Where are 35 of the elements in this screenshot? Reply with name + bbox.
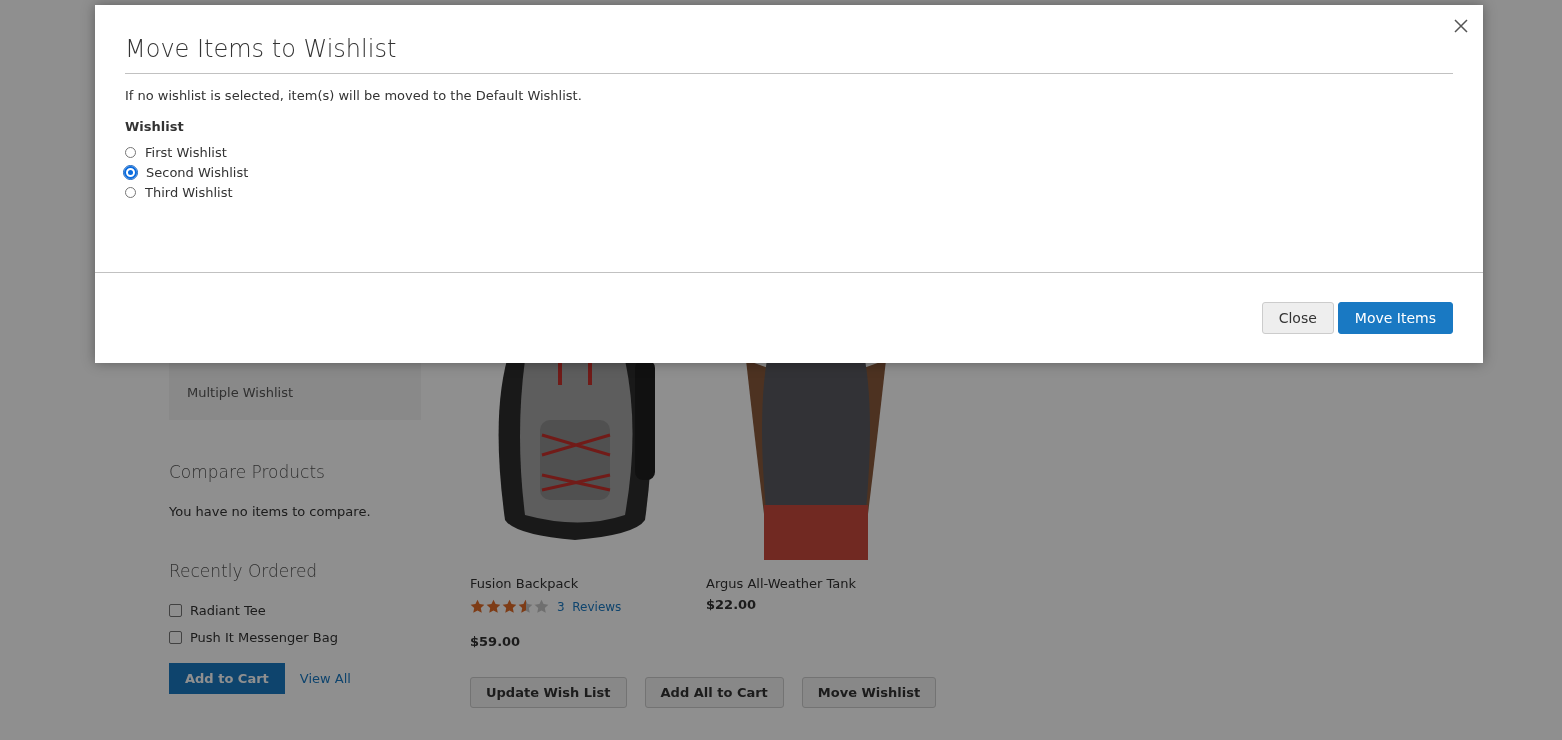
option-label: Third Wishlist [145, 184, 233, 200]
close-icon[interactable] [1453, 18, 1469, 34]
item-label: Push It Messenger Bag [190, 630, 338, 645]
radio-button[interactable] [124, 165, 137, 179]
star-icon [518, 599, 533, 614]
account-nav-link[interactable]: Multiple Wishlist [187, 385, 294, 400]
view-all-link[interactable]: View All [299, 671, 351, 686]
empty-message: You have no items to compare. [169, 504, 372, 519]
move-items-button[interactable]: Move Items [1337, 302, 1453, 334]
modal-title: Move Items to Wishlist [125, 35, 1453, 74]
checkbox[interactable] [169, 631, 182, 644]
wishlist-action-button[interactable]: Update Wish List [470, 677, 627, 708]
reviews-link[interactable]: 3 Reviews [557, 599, 622, 614]
product-name[interactable]: Fusion Backpack [470, 576, 690, 591]
radio-button[interactable] [125, 186, 136, 198]
add-to-cart-button[interactable]: Add to Cart [169, 663, 285, 694]
field-label: Wishlist [125, 119, 185, 134]
item-label: Radiant Tee [190, 603, 266, 618]
star-icon [470, 599, 485, 614]
block-title: Compare Products [169, 462, 326, 482]
radio-button[interactable] [125, 146, 136, 158]
product-price: $22.00 [706, 597, 758, 612]
option-label: First Wishlist [145, 144, 227, 160]
option-label: Second Wishlist [146, 164, 249, 180]
checkbox[interactable] [169, 604, 182, 617]
star-icon [486, 599, 501, 614]
product-name[interactable]: Argus All-Weather Tank [706, 576, 926, 591]
wishlist-action-button[interactable]: Add All to Cart [644, 677, 784, 708]
star-icon [534, 599, 549, 614]
close-button[interactable]: Close [1261, 302, 1334, 334]
wishlist-action-button[interactable]: Move Wishlist [801, 677, 937, 708]
star-icon [502, 599, 517, 614]
modal-note: If no wishlist is selected, item(s) will be moved to the Default Wishlist. [125, 88, 583, 103]
product-price: $59.00 [470, 634, 522, 649]
block-title: Recently Ordered [169, 561, 319, 581]
